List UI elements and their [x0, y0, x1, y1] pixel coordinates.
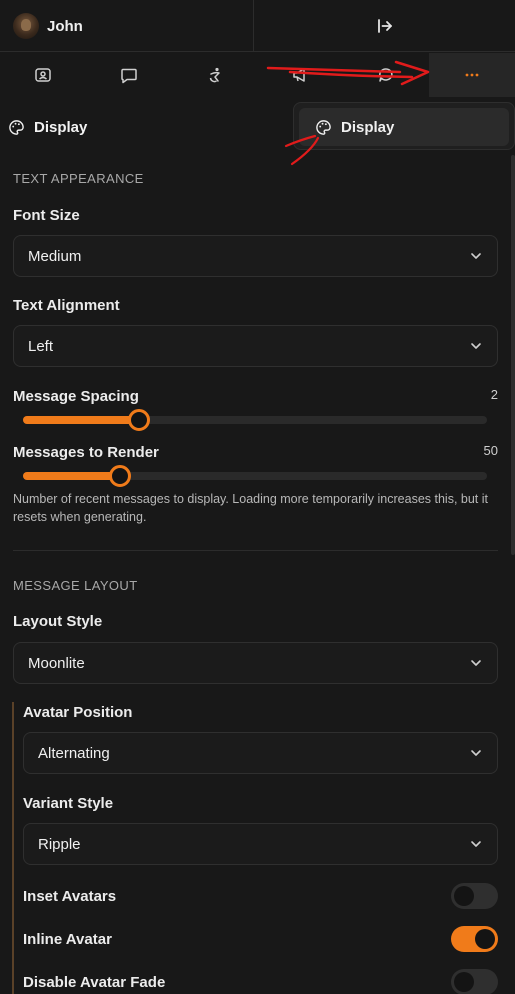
layout-style-select[interactable]: Moonlite — [13, 642, 498, 684]
logout-icon — [377, 18, 392, 33]
chat-bubble-icon — [120, 68, 137, 84]
panel-header: Display — [8, 114, 87, 140]
slider-thumb[interactable] — [109, 465, 132, 487]
menu-item-label: Display — [341, 118, 395, 136]
avatar-position-label: Avatar Position — [23, 704, 133, 721]
toggle-knob — [475, 929, 495, 949]
text-alignment-label: Text Alignment — [13, 297, 120, 314]
slider-fill — [23, 416, 139, 424]
avatar-position-select[interactable]: Alternating — [23, 732, 498, 774]
user-profile[interactable]: John — [0, 0, 254, 52]
toggle-knob — [454, 972, 474, 992]
font-size-select[interactable]: Medium — [13, 235, 498, 277]
tab-more[interactable] — [429, 53, 515, 97]
top-bar: John — [0, 0, 515, 52]
disable-avatar-fade-toggle[interactable] — [451, 969, 498, 994]
inset-avatars-toggle[interactable] — [451, 883, 498, 909]
chevron-down-icon — [471, 841, 481, 847]
accessibility-icon — [209, 67, 220, 83]
font-size-label: Font Size — [13, 207, 80, 224]
toggle-knob — [454, 886, 474, 906]
disable-avatar-fade-label: Disable Avatar Fade — [23, 974, 166, 991]
variant-style-select[interactable]: Ripple — [23, 823, 498, 865]
message-spacing-slider[interactable] — [23, 409, 487, 431]
text-alignment-value: Left — [28, 337, 54, 355]
layout-style-value: Moonlite — [28, 654, 85, 672]
panel-title: Display — [34, 118, 88, 136]
slider-thumb[interactable] — [128, 409, 150, 431]
menu-item-display[interactable]: Display — [299, 108, 509, 146]
tab-chat[interactable] — [86, 53, 172, 97]
section-title-text-appearance: TEXT APPEARANCE — [13, 171, 144, 186]
chevron-down-icon — [471, 660, 481, 666]
nested-options-indicator — [12, 702, 14, 994]
font-size-value: Medium — [28, 247, 82, 265]
avatar[interactable] — [13, 13, 39, 39]
messages-to-render-help: Number of recent messages to display. Lo… — [13, 492, 488, 524]
inset-avatars-label: Inset Avatars — [23, 888, 117, 905]
chevron-down-icon — [471, 253, 481, 259]
tab-bar — [0, 53, 515, 97]
tab-accessibility[interactable] — [172, 53, 258, 97]
inline-avatar-toggle[interactable] — [451, 926, 498, 952]
scrollbar[interactable] — [511, 155, 515, 555]
tab-character[interactable] — [0, 53, 86, 97]
ellipsis-icon — [465, 73, 479, 77]
more-menu-popup: Display — [293, 102, 515, 150]
divider — [13, 550, 498, 551]
tab-announcements[interactable] — [257, 53, 343, 97]
variant-style-label: Variant Style — [23, 795, 114, 812]
variant-style-value: Ripple — [38, 835, 81, 853]
speech-bubble-icon — [379, 68, 393, 82]
section-title-message-layout: MESSAGE LAYOUT — [13, 578, 138, 593]
palette-icon — [316, 119, 331, 135]
megaphone-icon — [293, 68, 306, 82]
avatar-position-value: Alternating — [38, 744, 110, 762]
messages-to-render-value: 50 — [483, 443, 498, 458]
layout-style-label: Layout Style — [13, 613, 103, 630]
inline-avatar-label: Inline Avatar — [23, 931, 112, 948]
palette-icon — [9, 119, 24, 135]
chevron-down-icon — [471, 343, 481, 349]
chevron-down-icon — [471, 750, 481, 756]
tab-messages[interactable] — [343, 53, 429, 97]
message-spacing-value: 2 — [490, 387, 498, 402]
slider-fill — [23, 472, 121, 480]
logout-button[interactable] — [254, 0, 515, 51]
text-alignment-select[interactable]: Left — [13, 325, 498, 367]
messages-to-render-label: Messages to Render — [13, 444, 159, 461]
message-spacing-label: Message Spacing — [13, 388, 139, 405]
messages-to-render-slider[interactable] — [23, 465, 487, 487]
user-name: John — [47, 17, 83, 35]
id-card-icon — [35, 68, 51, 82]
